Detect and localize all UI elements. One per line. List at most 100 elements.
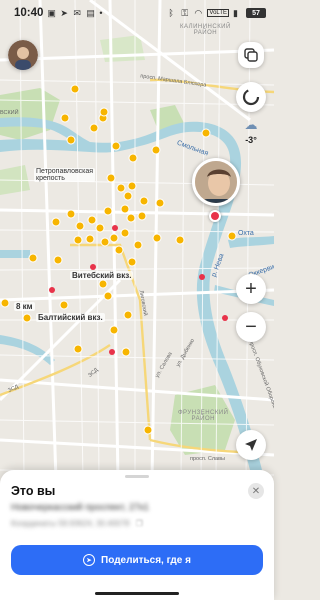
metro-icon (199, 274, 205, 280)
map-pin-icon (151, 145, 161, 155)
status-time: 10:40 (14, 7, 44, 19)
street-label: просп. Славы (190, 456, 225, 462)
volte-icon: VoLTE (207, 9, 229, 17)
district-label: ФРУНЗЕНСКИЙ РАЙОН (178, 410, 229, 422)
map-pin-icon (51, 217, 61, 227)
map-pin-icon (89, 123, 99, 133)
map-pin-icon (109, 325, 119, 335)
station-label: Витебский вкз. (70, 271, 134, 280)
share-button-label: Поделиться, где я (101, 554, 191, 566)
photo-icon: ▣ (47, 7, 56, 18)
metro-icon (49, 287, 55, 293)
coordinates-value: 59.93624, 30.40078 (58, 519, 130, 528)
metro-icon (112, 225, 118, 231)
map-pin-icon (106, 173, 116, 183)
share-location-button[interactable]: ➤ Поделиться, где я (11, 545, 263, 575)
layers-icon (244, 48, 258, 62)
signal-icon: ▮ (233, 7, 238, 18)
map-pin-icon (175, 235, 185, 245)
layers-button[interactable] (238, 42, 264, 68)
map-pin-icon (143, 425, 153, 435)
map-pin-icon (103, 291, 113, 301)
map-pin-icon (70, 84, 80, 94)
user-location-dot (209, 210, 221, 222)
map-pin-icon (100, 237, 110, 247)
sheet-title: Это вы (11, 484, 56, 498)
sheet-drag-handle[interactable] (125, 475, 149, 478)
map-pin-icon (28, 253, 38, 263)
key-icon: ⚿ (181, 7, 189, 18)
distance-label: 8 км (14, 302, 35, 311)
map-pin-icon (99, 107, 109, 117)
landmark-label: Петропавловская крепость (34, 168, 96, 182)
map-pin-icon (116, 183, 126, 193)
alice-button[interactable] (236, 82, 266, 112)
my-location-button[interactable] (236, 430, 266, 460)
location-sheet: Это вы ✕ Новочеркасский проспект, 27к1 К… (0, 470, 274, 600)
map-pin-icon (98, 279, 108, 289)
share-arrow-icon: ➤ (83, 554, 96, 566)
copy-icon[interactable]: ❐ (136, 519, 143, 528)
close-button[interactable]: ✕ (248, 483, 264, 499)
weather-widget[interactable]: ☁ -3° (236, 116, 266, 145)
map-pin-icon (201, 128, 211, 138)
battery-icon: 57 (246, 8, 266, 18)
wifi-icon: ◠ (194, 7, 203, 18)
alice-icon (242, 88, 260, 106)
map-pin-icon (114, 245, 124, 255)
map-pin-icon (111, 141, 121, 151)
metro-icon (90, 264, 96, 270)
station-label: Балтийский вкз. (36, 313, 105, 322)
map-pin-icon (155, 198, 165, 208)
map-pin-icon (123, 191, 133, 201)
map-pin-icon (120, 204, 130, 214)
coordinates-label: Координаты (11, 519, 57, 528)
mail-icon: ✉ (73, 7, 81, 18)
coordinates-row[interactable]: Координаты 59.93624, 30.40078 ❐ (11, 519, 143, 528)
map-pin-icon (137, 211, 147, 221)
map-pin-icon (73, 344, 83, 354)
map-pin-icon (87, 215, 97, 225)
map-pin-icon (103, 206, 113, 216)
river-label: Охта (238, 230, 254, 237)
user-location-avatar[interactable] (192, 158, 240, 206)
map-pin-icon (121, 347, 131, 357)
map-pin-icon (22, 313, 32, 323)
avatar-icon (8, 40, 38, 70)
map-pin-icon (126, 213, 136, 223)
navigation-arrow-icon (245, 439, 257, 451)
map-pin-icon (60, 113, 70, 123)
map-pin-icon (73, 235, 83, 245)
home-indicator[interactable] (95, 592, 179, 595)
map-pin-icon (127, 181, 137, 191)
map-pin-icon (123, 310, 133, 320)
map-pin-icon (66, 209, 76, 219)
canal (0, 250, 30, 258)
cloud-icon: ☁ (244, 117, 258, 132)
metro-icon (109, 349, 115, 355)
map-pin-icon (127, 257, 137, 267)
zoom-out-button[interactable]: − (236, 312, 266, 342)
map-pin-icon (227, 231, 237, 241)
weather-temp: -3° (245, 135, 257, 145)
message-icon: ▤ (86, 7, 95, 18)
bluetooth-icon: ᛒ (168, 7, 174, 18)
map-pin-icon (85, 234, 95, 244)
street-label: ВСКИЙ (0, 110, 19, 116)
profile-avatar-button[interactable] (8, 40, 38, 70)
zoom-in-button[interactable]: + (236, 274, 266, 304)
map-pin-icon (66, 135, 76, 145)
map-pin-icon (109, 233, 119, 243)
map-pin-icon (95, 223, 105, 233)
map-pin-icon (128, 153, 138, 163)
dot-icon: • (99, 7, 103, 18)
map-pin-icon (133, 240, 143, 250)
map-pin-icon (120, 228, 130, 238)
map-pin-icon (0, 298, 10, 308)
map-pin-icon (152, 233, 162, 243)
map-pin-icon (53, 255, 63, 265)
metro-icon (222, 315, 228, 321)
status-bar: 10:40 ▣ ➤ ✉ ▤ • ᛒ ⚿ ◠ VoLTE ▮ 57 (0, 0, 274, 26)
map-pin-icon (139, 196, 149, 206)
map-pin-icon (75, 221, 85, 231)
